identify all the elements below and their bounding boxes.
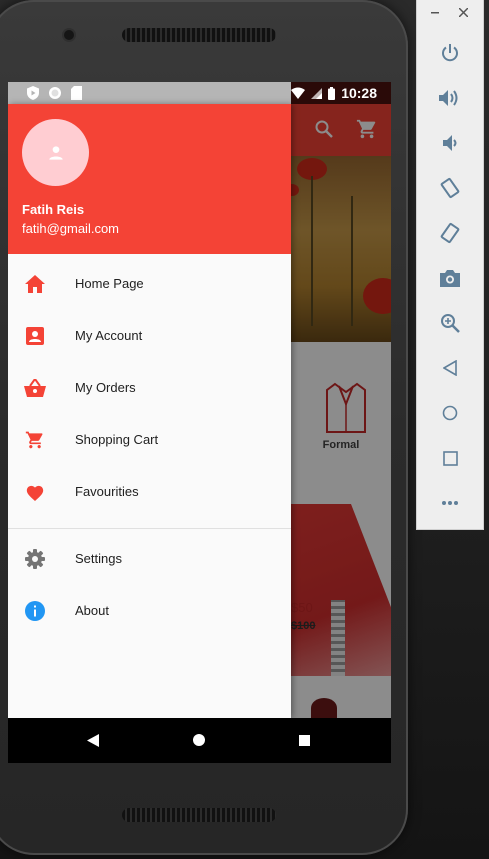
power-button[interactable] [438, 41, 462, 65]
drawer-item-account[interactable]: My Account [8, 310, 291, 362]
screenshot-button[interactable] [438, 266, 462, 290]
status-time: 10:28 [341, 85, 377, 101]
gear-icon [23, 547, 47, 571]
battery-icon [328, 86, 336, 100]
zoom-icon [441, 314, 460, 333]
volume-up-button[interactable] [438, 86, 462, 110]
drawer-item-settings[interactable]: Settings [8, 533, 291, 585]
emulator-toolbar [417, 0, 483, 529]
drawer-item-label: My Orders [75, 380, 136, 395]
bottom-speaker [122, 808, 276, 822]
rotate-right-icon [440, 222, 460, 244]
shield-play-icon [27, 86, 39, 100]
drawer-menu: Home Page My Account My Orders Shopping … [8, 258, 291, 637]
back-icon [443, 360, 457, 376]
drawer-item-label: Home Page [75, 276, 144, 291]
avatar[interactable] [22, 119, 89, 186]
nav-recents-icon[interactable] [299, 735, 310, 746]
info-icon [23, 599, 47, 623]
phone-screen: 10:28 Formal $50 $100 Fatih Reis fatih@g… [8, 82, 391, 763]
drawer-item-about[interactable]: About [8, 585, 291, 637]
drawer-scrim[interactable] [291, 104, 391, 718]
drawer-item-label: My Account [75, 328, 143, 343]
sd-card-icon [71, 86, 82, 100]
volume-up-icon [439, 90, 458, 106]
drawer-item-orders[interactable]: My Orders [8, 362, 291, 414]
drawer-header: Fatih Reis fatih@gmail.com [8, 104, 291, 254]
rotate-left-icon [440, 177, 460, 199]
drawer-item-label: Favourities [75, 484, 139, 499]
more-button[interactable] [438, 491, 462, 515]
home-icon [23, 272, 47, 296]
person-icon [48, 145, 63, 160]
drawer-divider [8, 528, 291, 529]
home-icon [442, 405, 458, 421]
overview-button[interactable] [438, 446, 462, 470]
account-box-icon [23, 324, 47, 348]
drawer-item-label: Settings [75, 551, 122, 566]
drawer-item-label: Shopping Cart [75, 432, 159, 447]
rotate-left-button[interactable] [438, 176, 462, 200]
drawer-item-home[interactable]: Home Page [8, 258, 291, 310]
user-name: Fatih Reis [22, 202, 85, 217]
back-button[interactable] [438, 356, 462, 380]
overview-icon [442, 450, 458, 466]
status-right: 10:28 [291, 82, 391, 104]
close-icon[interactable] [459, 8, 468, 17]
zoom-button[interactable] [438, 311, 462, 335]
drawer-item-favourites[interactable]: Favourities [8, 466, 291, 518]
drawer-item-label: About [75, 603, 109, 618]
emulator-window-controls [417, 6, 483, 26]
heart-icon [23, 480, 47, 504]
home-button[interactable] [438, 401, 462, 425]
user-email: fatih@gmail.com [22, 221, 120, 236]
nav-back-icon[interactable] [87, 734, 99, 747]
app-area: Formal $50 $100 Fatih Reis fatih@gmail.c… [8, 104, 391, 718]
cart-icon [23, 428, 47, 452]
nav-home-icon[interactable] [193, 734, 205, 746]
navigation-drawer: Fatih Reis fatih@gmail.com Home Page My … [8, 104, 291, 718]
shopping-basket-icon [23, 376, 47, 400]
camera-icon [440, 270, 460, 287]
volume-down-icon [443, 135, 457, 151]
cell-signal-icon [311, 87, 323, 99]
volume-down-button[interactable] [438, 131, 462, 155]
circle-icon [49, 87, 61, 99]
front-camera [64, 30, 74, 40]
top-speaker [122, 28, 276, 42]
rotate-right-button[interactable] [438, 221, 462, 245]
power-icon [442, 44, 458, 62]
minimize-icon[interactable] [431, 12, 439, 14]
wifi-icon [291, 87, 306, 99]
drawer-item-cart[interactable]: Shopping Cart [8, 414, 291, 466]
more-icon [442, 501, 458, 505]
system-nav-bar [8, 718, 391, 763]
